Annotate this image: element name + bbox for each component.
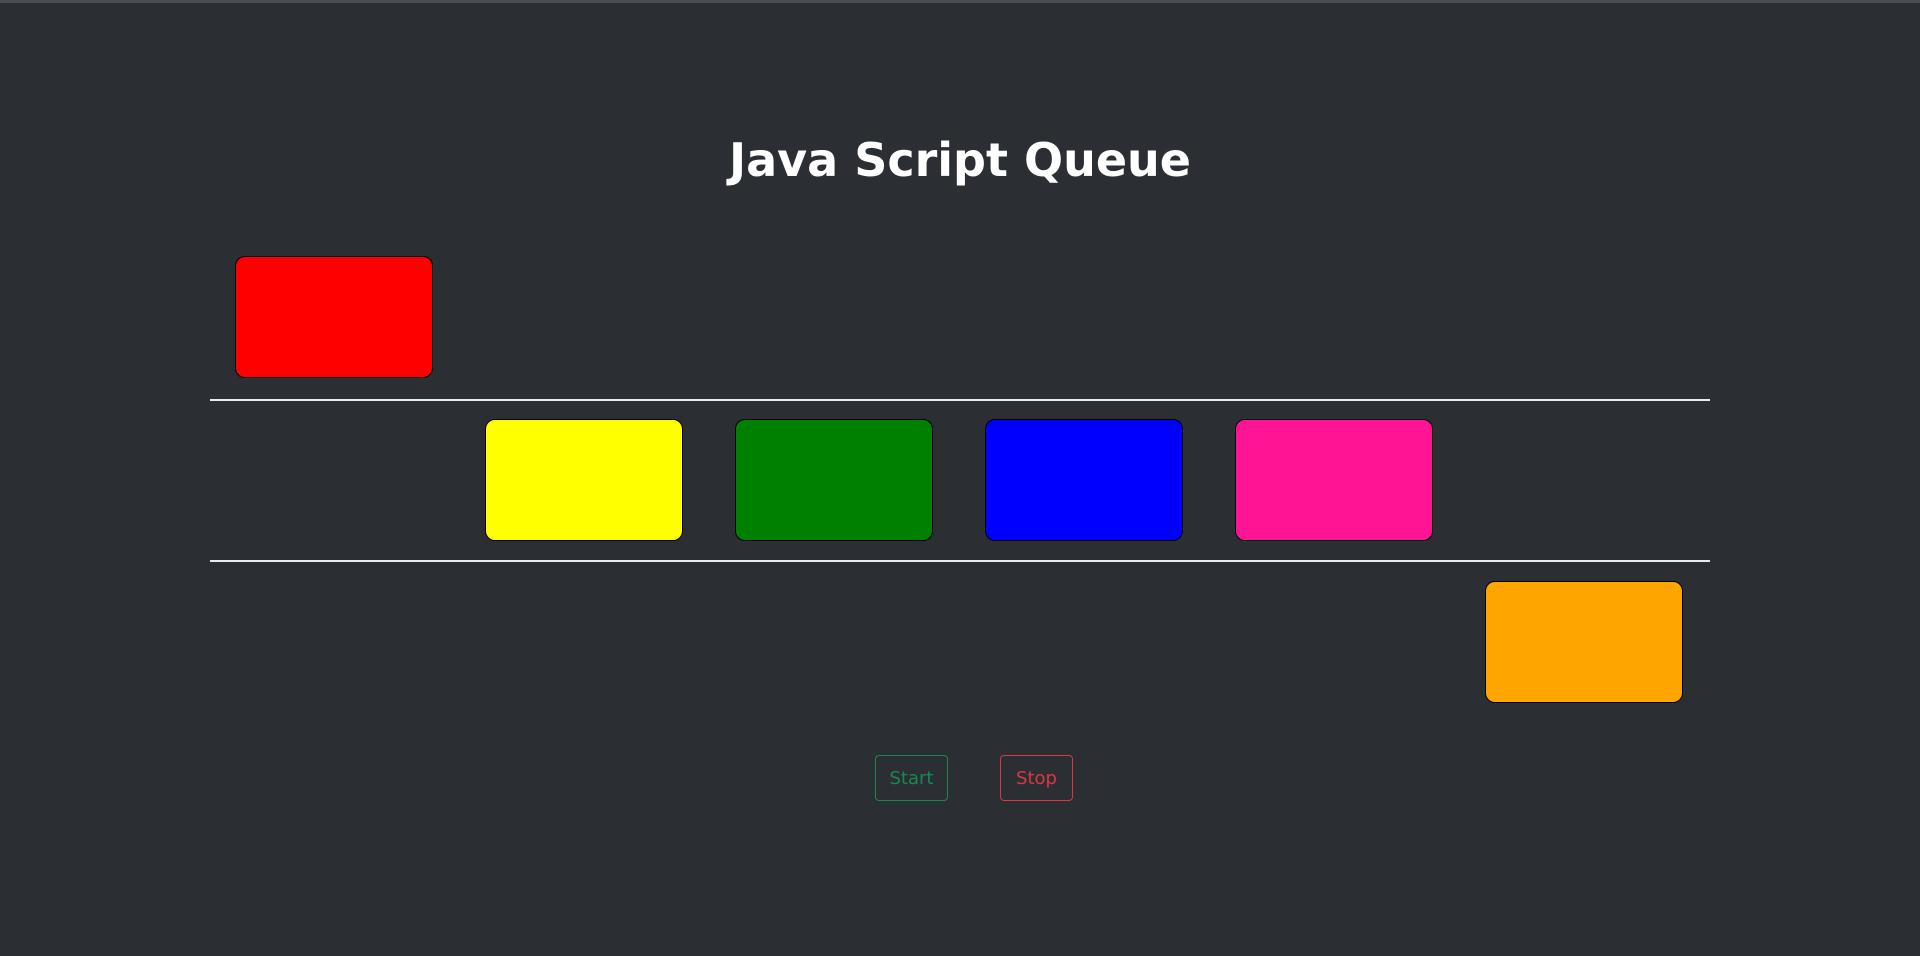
page-title: Java Script Queue xyxy=(729,133,1191,187)
queue-box-blue xyxy=(985,419,1183,541)
queue-divider-bottom xyxy=(210,560,1710,562)
queue-box-pink xyxy=(1235,419,1433,541)
queue-divider-top xyxy=(210,399,1710,401)
top-border xyxy=(0,0,1920,3)
start-button[interactable]: Start xyxy=(875,755,948,801)
queue-box-yellow xyxy=(485,419,683,541)
queue-box-green xyxy=(735,419,933,541)
stop-button[interactable]: Stop xyxy=(1000,755,1073,801)
queue-box-orange xyxy=(1485,581,1683,703)
queue-box-red xyxy=(235,256,433,378)
